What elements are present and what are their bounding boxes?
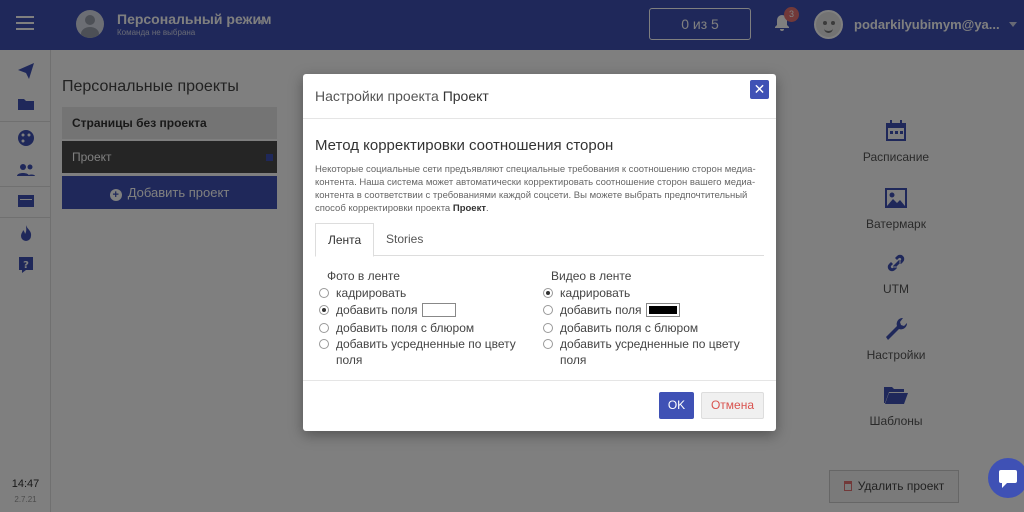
radio-button[interactable] bbox=[543, 305, 553, 315]
photo-option-crop[interactable]: кадрировать bbox=[319, 286, 406, 300]
tab-feed[interactable]: Лента bbox=[315, 223, 375, 257]
radio-button[interactable] bbox=[543, 339, 553, 349]
option-label-wrap: поля bbox=[336, 353, 363, 367]
modal-title: Настройки проекта Проект bbox=[315, 88, 489, 104]
video-option-average[interactable]: добавить усредненные по цвету bbox=[543, 337, 740, 351]
modal-title-prefix: Настройки проекта bbox=[315, 88, 439, 104]
radio-button[interactable] bbox=[319, 339, 329, 349]
video-option-blur[interactable]: добавить поля с блюром bbox=[543, 321, 698, 335]
close-icon[interactable]: ✕ bbox=[750, 80, 769, 99]
description-text: Некоторые социальные сети предъявляют сп… bbox=[315, 164, 756, 214]
photo-feed-title: Фото в ленте bbox=[327, 269, 400, 283]
radio-button[interactable] bbox=[319, 323, 329, 333]
radio-button[interactable] bbox=[543, 323, 553, 333]
description-project: Проект bbox=[452, 203, 486, 214]
photo-option-average[interactable]: добавить усредненные по цвету bbox=[319, 337, 516, 351]
modal-footer-divider bbox=[303, 380, 776, 381]
chat-icon[interactable] bbox=[988, 458, 1024, 498]
radio-button[interactable] bbox=[319, 305, 329, 315]
padding-color-swatch[interactable] bbox=[645, 303, 680, 317]
option-label: добавить поля bbox=[560, 303, 642, 317]
radio-button[interactable] bbox=[319, 288, 329, 298]
option-label: добавить усредненные по цвету bbox=[560, 337, 740, 351]
photo-option-padding[interactable]: добавить поля bbox=[319, 303, 456, 317]
photo-option-blur[interactable]: добавить поля с блюром bbox=[319, 321, 474, 335]
option-label: добавить поля bbox=[336, 303, 418, 317]
radio-button[interactable] bbox=[543, 288, 553, 298]
section-description: Некоторые социальные сети предъявляют сп… bbox=[315, 163, 765, 215]
tab-stories[interactable]: Stories bbox=[374, 223, 435, 256]
tabs: Лента Stories bbox=[315, 223, 764, 257]
option-label: добавить усредненные по цвету bbox=[336, 337, 516, 351]
modal-header: Настройки проекта Проект ✕ bbox=[303, 74, 776, 119]
option-label-wrap: поля bbox=[560, 353, 587, 367]
video-option-crop[interactable]: кадрировать bbox=[543, 286, 630, 300]
video-feed-title: Видео в ленте bbox=[551, 269, 632, 283]
option-label: добавить поля с блюром bbox=[560, 321, 699, 335]
cancel-button[interactable]: Отмена bbox=[701, 392, 764, 419]
padding-color-swatch[interactable] bbox=[421, 303, 456, 317]
description-end: . bbox=[485, 203, 489, 214]
option-label: кадрировать bbox=[336, 286, 407, 300]
modal-title-project: Проект bbox=[442, 88, 489, 104]
ok-button[interactable]: OK bbox=[659, 392, 694, 419]
option-label: кадрировать bbox=[560, 286, 631, 300]
project-settings-modal: Настройки проекта Проект ✕ Метод коррект… bbox=[303, 74, 776, 431]
section-title: Метод корректировки соотношения сторон bbox=[315, 137, 614, 154]
video-option-padding[interactable]: добавить поля bbox=[543, 303, 680, 317]
option-label: добавить поля с блюром bbox=[336, 321, 475, 335]
